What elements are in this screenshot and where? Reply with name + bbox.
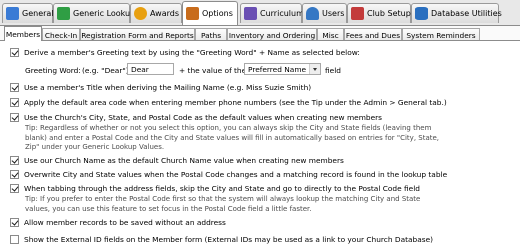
title-label: Use a member's Title when deriving the M… <box>24 83 312 92</box>
tab-general[interactable]: General <box>2 3 54 23</box>
tabbing-option: When tabbing through the address fields,… <box>10 184 420 193</box>
overwrite-label: Overwrite City and State values when the… <box>24 170 448 179</box>
area-code-option: Apply the default area code when enterin… <box>10 98 447 107</box>
subtab-misc-label: Misc <box>322 30 339 40</box>
options-icon <box>186 7 199 20</box>
church-address-tip-line-1: Tip: Regardless of whether or not you se… <box>25 124 432 132</box>
no-address-checkbox[interactable] <box>10 218 19 227</box>
tabbing-tip-line-2: values, you can use this feature to set … <box>25 204 312 213</box>
tab-general-label: General <box>22 9 54 18</box>
subtab-registration-form-label: Registration Form and Reports <box>81 30 194 40</box>
no-address-label: Allow member records to be saved without… <box>24 218 226 227</box>
tab-curriculum-label: Curriculum <box>260 9 304 18</box>
chevron-down-icon[interactable] <box>309 64 320 74</box>
church-name-option: Use our Church Name as the default Churc… <box>10 156 344 165</box>
external-id-option: Show the External ID fields on the Membe… <box>10 235 433 244</box>
tab-options-label: Options <box>202 9 233 18</box>
main-tab-bar: General Generic Lookups Awards Options C… <box>0 0 520 25</box>
tabbing-label: When tabbing through the address fields,… <box>24 184 420 193</box>
lookup-list-icon <box>57 7 70 20</box>
name-field-select-value: Preferred Name <box>248 64 307 74</box>
sub-tab-bar: Members Check-In Registration Form and R… <box>0 25 520 41</box>
church-address-tip-line-3: Zip" under your Generic Lookup Values. <box>25 143 165 151</box>
tab-awards[interactable]: Awards <box>130 3 182 23</box>
general-icon <box>6 7 19 20</box>
awards-icon <box>134 7 147 20</box>
church-address-checkbox[interactable] <box>10 113 19 122</box>
greeting-label: Derive a member's Greeting text by using… <box>24 48 360 57</box>
tab-club-setup[interactable]: Club Setup <box>347 3 411 23</box>
tab-database-utilities[interactable]: Database Utilities <box>411 3 502 23</box>
tab-users[interactable]: Users <box>302 3 347 23</box>
tab-database-utilities-label: Database Utilities <box>431 9 502 18</box>
overwrite-option: Overwrite City and State values when the… <box>10 170 447 179</box>
church-address-option: Use the Church's City, State, and Postal… <box>10 113 382 122</box>
church-name-label: Use our Church Name as the default Churc… <box>24 156 344 165</box>
title-option: Use a member's Title when deriving the M… <box>10 83 311 92</box>
tab-curriculum[interactable]: Curriculum <box>240 3 304 23</box>
field-label: field <box>325 66 341 75</box>
subtab-system-reminders-label: System Reminders <box>406 30 476 40</box>
users-icon <box>306 7 319 20</box>
members-options-panel: Derive a member's Greeting text by using… <box>0 40 520 248</box>
church-address-tip: Tip: Regardless of whether or not you se… <box>25 124 439 153</box>
overwrite-checkbox[interactable] <box>10 170 19 179</box>
subtab-inventory-label: Inventory and Ordering <box>228 30 316 40</box>
tabbing-tip-line-1: Tip: If you prefer to enter the Postal C… <box>25 195 421 203</box>
tab-club-setup-label: Club Setup <box>367 9 411 18</box>
tab-options[interactable]: Options <box>182 1 238 25</box>
area-code-label: Apply the default area code when enterin… <box>24 98 447 107</box>
subtab-members-label: Members <box>5 29 41 39</box>
area-code-checkbox[interactable] <box>10 98 19 107</box>
subtab-check-in-label: Check-In <box>44 30 78 40</box>
greeting-checkbox[interactable] <box>10 48 19 57</box>
tab-awards-label: Awards <box>150 9 179 18</box>
greeting-option: Derive a member's Greeting text by using… <box>10 48 360 57</box>
tabbing-tip: Tip: If you prefer to enter the Postal C… <box>25 195 420 214</box>
greeting-word-label: Greeting Word: <box>25 66 81 75</box>
tabbing-checkbox[interactable] <box>10 184 19 193</box>
curriculum-icon <box>244 7 257 20</box>
external-id-label: Show the External ID fields on the Membe… <box>24 235 434 244</box>
tab-users-label: Users <box>322 9 345 18</box>
value-of-label: + the value of the: <box>179 66 249 75</box>
no-address-option: Allow member records to be saved without… <box>10 218 226 227</box>
tab-generic-lookups[interactable]: Generic Lookups <box>53 3 139 23</box>
database-icon <box>415 7 428 20</box>
club-setup-icon <box>351 7 364 20</box>
name-field-select[interactable]: Preferred Name <box>244 63 321 75</box>
church-name-checkbox[interactable] <box>10 156 19 165</box>
church-address-tip-line-2: blank) and enter a Postal Code and the C… <box>25 133 440 142</box>
subtab-members[interactable]: Members <box>4 26 42 41</box>
title-checkbox[interactable] <box>10 83 19 92</box>
church-address-label: Use the Church's City, State, and Postal… <box>24 113 383 122</box>
subtab-paths-label: Paths <box>200 30 222 40</box>
greeting-word-input[interactable]: Dear <box>127 63 174 75</box>
external-id-checkbox[interactable] <box>10 235 19 244</box>
subtab-fees-and-dues-label: Fees and Dues <box>345 30 401 40</box>
greeting-word-hint: (e.g. "Dear") <box>82 66 129 75</box>
